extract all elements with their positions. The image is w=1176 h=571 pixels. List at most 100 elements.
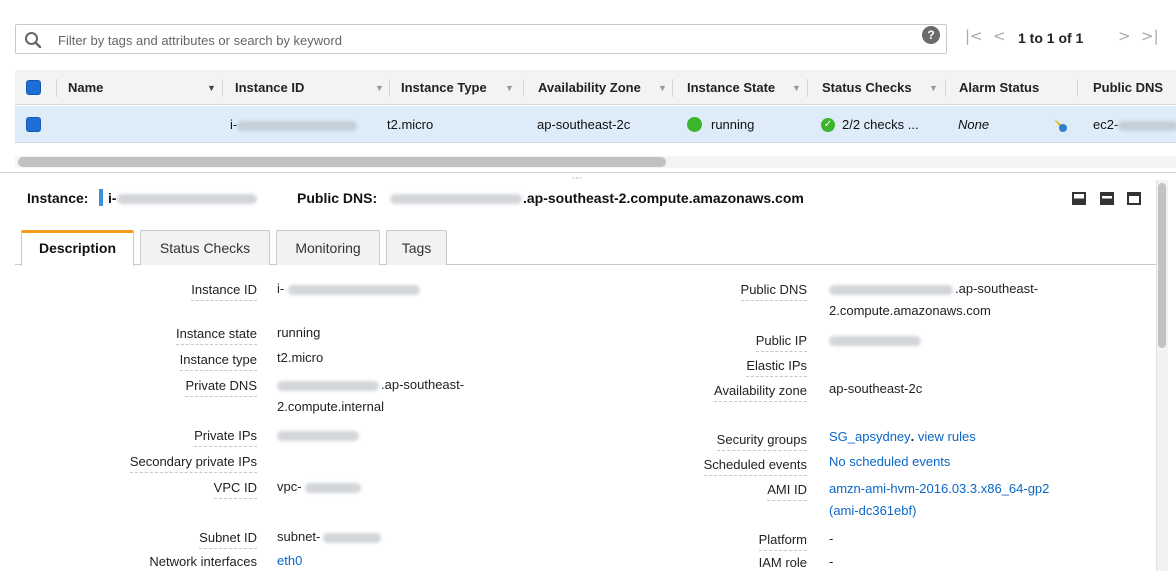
running-status-icon — [687, 117, 702, 132]
last-page-button[interactable]: >| — [1141, 27, 1159, 45]
field-label-private-ips: Private IPs — [194, 428, 257, 447]
first-page-button[interactable]: |< — [965, 27, 983, 45]
sort-icon[interactable]: ▼ — [505, 70, 514, 105]
column-header-name[interactable]: Name — [68, 70, 103, 105]
view-rules-link[interactable]: view rules — [918, 429, 976, 444]
field-label-ami-id: AMI ID — [767, 482, 807, 501]
column-divider — [56, 79, 57, 97]
sort-icon[interactable]: ▼ — [929, 70, 938, 105]
security-group-link[interactable]: SG_apsydney — [829, 429, 911, 444]
column-header-public-dns[interactable]: Public DNS — [1093, 70, 1163, 105]
column-header-instance-type[interactable]: Instance Type — [401, 70, 487, 105]
search-box[interactable] — [15, 24, 947, 54]
public-dns-heading: .ap-southeast-2.compute.amazonaws.com — [523, 190, 804, 206]
sort-icon[interactable]: ▼ — [792, 70, 801, 105]
field-label-scheduled-events: Scheduled events — [703, 457, 807, 476]
redacted-value — [1118, 120, 1176, 131]
field-value-private-ips — [277, 425, 359, 445]
next-page-button[interactable]: > — [1118, 27, 1131, 45]
field-label-public-ip: Public IP — [755, 333, 807, 352]
redacted-value — [237, 120, 358, 131]
search-icon — [25, 32, 42, 49]
column-divider — [389, 79, 390, 97]
instance-marker — [99, 189, 103, 206]
redacted-value — [116, 194, 257, 205]
column-header-availability-zone[interactable]: Availability Zone — [538, 70, 641, 105]
column-divider — [945, 79, 946, 97]
pane-splitter[interactable] — [0, 172, 1176, 180]
scheduled-events-link[interactable]: No scheduled events — [829, 452, 950, 472]
search-input[interactable] — [58, 30, 918, 50]
field-value-public-dns-cont: 2.compute.amazonaws.com — [829, 303, 991, 318]
field-value-instance-state: running — [277, 325, 321, 340]
cell-alarm-status: None — [958, 117, 990, 132]
cell-instance-id: i- — [230, 106, 358, 143]
cell-instance-type: t2.micro — [387, 117, 434, 132]
sort-icon[interactable]: ▼ — [375, 70, 384, 105]
grid-header: Name ▼ Instance ID ▼ Instance Type ▼ Ava… — [15, 70, 1176, 105]
column-header-instance-id[interactable]: Instance ID — [235, 70, 304, 105]
field-value-private-dns: .ap-southeast- — [277, 375, 464, 395]
layout-bottom-icon[interactable] — [1072, 192, 1086, 205]
tab-description[interactable]: Description — [21, 230, 134, 266]
network-interface-link[interactable]: eth0 — [277, 551, 302, 571]
redacted-value — [277, 380, 379, 391]
cell-status-checks: 2/2 checks ... — [842, 117, 919, 132]
field-value-platform: - — [829, 531, 834, 546]
column-header-alarm-status[interactable]: Alarm Status — [959, 70, 1039, 105]
public-dns-label: Public DNS: — [297, 190, 378, 206]
ami-id-link-cont[interactable]: (ami-dc361ebf) — [829, 501, 916, 521]
pagination-text: 1 to 1 of 1 — [1018, 30, 1084, 46]
redacted-value — [304, 482, 361, 493]
field-label-vpc-id: VPC ID — [213, 480, 257, 499]
cell-instance-state: running — [711, 117, 755, 132]
field-value-private-dns-cont: 2.compute.internal — [277, 399, 384, 414]
column-divider — [672, 79, 673, 97]
layout-top-icon[interactable] — [1127, 192, 1141, 205]
field-value-instance-id: i- — [277, 279, 421, 299]
column-header-instance-state[interactable]: Instance State — [687, 70, 775, 105]
field-label-availability-zone: Availability zone — [714, 383, 807, 402]
field-label-private-dns: Private DNS — [185, 378, 257, 397]
column-divider — [1077, 79, 1078, 97]
field-label-public-dns: Public DNS — [740, 282, 807, 301]
column-header-status-checks[interactable]: Status Checks — [822, 70, 912, 105]
tab-status-checks[interactable]: Status Checks — [140, 230, 270, 265]
field-value-public-ip — [829, 330, 921, 350]
field-label-platform: Platform — [758, 532, 807, 551]
cell-availability-zone: ap-southeast-2c — [537, 117, 631, 132]
help-icon[interactable]: ? — [922, 26, 940, 44]
instance-label: Instance: — [27, 190, 89, 206]
add-alarm-icon[interactable] — [1051, 116, 1069, 134]
field-label-network-interfaces: Network interfaces — [149, 554, 257, 571]
chevron-down-icon[interactable]: ▼ — [207, 70, 216, 105]
field-label-instance-id: Instance ID — [191, 282, 257, 301]
field-label-subnet-id: Subnet ID — [199, 530, 257, 549]
field-value-iam-role: - — [829, 554, 834, 569]
field-value-vpc-id: vpc- — [277, 477, 361, 497]
layout-split-icon[interactable] — [1100, 192, 1114, 205]
sort-icon[interactable]: ▼ — [658, 70, 667, 105]
select-all-checkbox[interactable] — [26, 80, 41, 95]
horizontal-scrollbar-thumb[interactable] — [18, 157, 666, 167]
row-checkbox[interactable] — [26, 117, 41, 132]
field-value-security-groups: SG_apsydney. view rules — [829, 429, 976, 444]
vertical-scrollbar-thumb[interactable] — [1158, 183, 1166, 348]
prev-page-button[interactable]: < — [993, 27, 1006, 45]
field-value-subnet-id: subnet- — [277, 527, 382, 547]
field-label-elastic-ips: Elastic IPs — [746, 358, 807, 377]
redacted-value — [288, 284, 421, 295]
instance-id-heading: i- — [108, 190, 257, 206]
ami-id-link[interactable]: amzn-ami-hvm-2016.03.3.x86_64-gp2 — [829, 479, 1049, 499]
redacted-value — [829, 335, 921, 346]
field-label-secondary-private-ips: Secondary private IPs — [129, 454, 257, 473]
redacted-value — [323, 532, 382, 543]
redacted-value — [829, 284, 953, 295]
tab-monitoring[interactable]: Monitoring — [276, 230, 380, 265]
redacted-value — [277, 430, 359, 441]
table-row[interactable]: i- t2.micro ap-southeast-2c running ✓ 2/… — [15, 106, 1176, 143]
tab-tags[interactable]: Tags — [386, 230, 447, 265]
column-divider — [222, 79, 223, 97]
field-value-instance-type: t2.micro — [277, 350, 324, 365]
column-divider — [807, 79, 808, 97]
